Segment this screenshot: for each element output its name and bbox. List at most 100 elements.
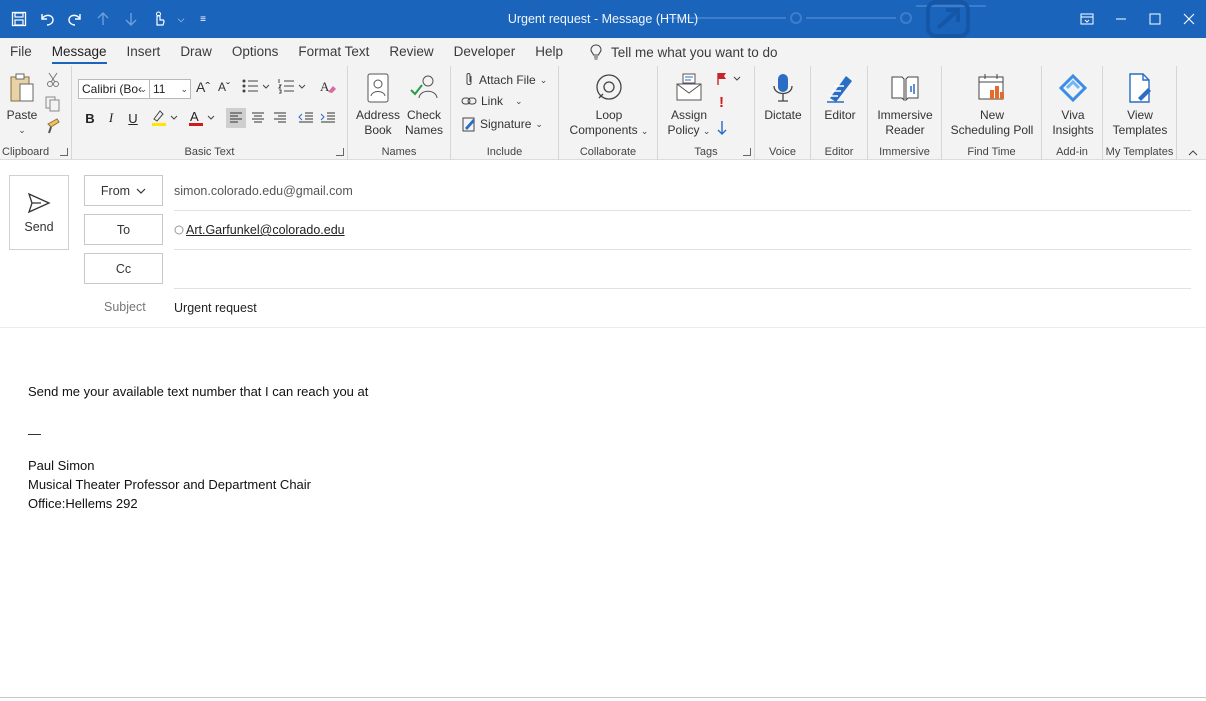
signature-separator: —: [28, 426, 41, 441]
templates-group-label: My Templates: [1105, 146, 1174, 158]
basic-text-launcher-icon[interactable]: [336, 148, 344, 156]
to-button[interactable]: To: [84, 214, 163, 245]
italic-button[interactable]: I: [101, 108, 121, 128]
subject-field[interactable]: Urgent request: [174, 301, 257, 315]
tags-group: Assign Policy ⌄ ! Tags: [658, 66, 755, 160]
chevron-down-icon: ⌄: [515, 95, 523, 106]
collaborate-group-label: Collaborate: [579, 146, 637, 158]
scheduling-poll-label-2: Scheduling Poll: [950, 123, 1034, 137]
names-group-label: Names: [381, 146, 417, 158]
decrease-indent-icon[interactable]: [296, 108, 316, 128]
clear-formatting-icon[interactable]: A: [319, 78, 337, 99]
window-title: Urgent request - Message (HTML): [507, 12, 699, 26]
chevron-down-icon: [136, 188, 146, 194]
names-group: Address Book Check Names Names: [348, 66, 451, 160]
high-importance-icon[interactable]: !: [719, 94, 724, 111]
format-painter-icon[interactable]: [45, 118, 61, 137]
grow-font-icon[interactable]: Aˆ: [196, 79, 210, 95]
view-templates-button[interactable]: View Templates: [1107, 70, 1173, 138]
paste-button[interactable]: Paste ⌄: [4, 70, 40, 138]
low-importance-icon[interactable]: [716, 120, 728, 139]
font-name-box[interactable]: Calibri (Bo‹ ⌄: [78, 79, 150, 99]
assign-policy-icon: [671, 70, 707, 106]
tags-group-label: Tags: [694, 146, 718, 158]
header-divider: [0, 327, 1206, 328]
addin-group: Viva Insights Add-in: [1042, 66, 1103, 160]
tab-review[interactable]: Review: [379, 38, 443, 66]
editor-group: Editor Editor: [811, 66, 868, 160]
send-button[interactable]: Send: [9, 175, 69, 250]
tab-help[interactable]: Help: [525, 38, 573, 66]
immersive-reader-icon: [887, 70, 923, 106]
immersive-reader-button[interactable]: Immersive Reader: [872, 70, 938, 138]
tags-launcher-icon[interactable]: [743, 148, 751, 156]
font-color-icon[interactable]: A: [188, 109, 216, 130]
align-center-icon[interactable]: [248, 108, 268, 128]
dictate-button[interactable]: Dictate: [759, 70, 807, 123]
dictate-label: Dictate: [764, 108, 802, 122]
scheduling-poll-label-1: New: [979, 108, 1004, 122]
underline-button[interactable]: U: [123, 108, 143, 128]
tell-me-search[interactable]: Tell me what you want to do: [589, 44, 778, 60]
follow-up-flag-icon[interactable]: [716, 72, 742, 89]
align-right-icon[interactable]: [270, 108, 290, 128]
tab-message[interactable]: Message: [42, 38, 117, 66]
tab-developer[interactable]: Developer: [444, 38, 526, 66]
highlight-icon[interactable]: [151, 109, 179, 130]
editor-button[interactable]: Editor: [817, 70, 863, 123]
svg-text:A: A: [190, 109, 199, 124]
minimize-icon[interactable]: [1104, 0, 1138, 38]
ribbon-display-icon[interactable]: [1070, 0, 1104, 38]
cut-icon[interactable]: [46, 72, 60, 91]
address-book-button[interactable]: Address Book: [356, 70, 400, 138]
send-label: Send: [24, 219, 54, 234]
to-label: To: [116, 222, 131, 237]
link-icon: [461, 97, 477, 105]
font-size-box[interactable]: 11 ⌄: [149, 79, 191, 99]
cc-button[interactable]: Cc: [84, 253, 163, 284]
signature-name: Paul Simon: [28, 458, 95, 473]
to-recipient[interactable]: Art.Garfunkel@colorado.edu: [186, 223, 345, 237]
maximize-icon[interactable]: [1138, 0, 1172, 38]
tab-format-text[interactable]: Format Text: [288, 38, 379, 66]
loop-label-2-text: Components: [569, 123, 638, 137]
numbering-icon[interactable]: [278, 78, 306, 97]
assign-policy-button[interactable]: Assign Policy ⌄: [662, 70, 716, 139]
collaborate-group: Loop Components ⌄ Collaborate: [559, 66, 658, 160]
tab-insert[interactable]: Insert: [117, 38, 171, 66]
align-left-icon[interactable]: [226, 108, 246, 128]
window-controls: [1070, 0, 1206, 38]
check-names-button[interactable]: Check Names: [402, 70, 446, 138]
bullets-icon[interactable]: [242, 78, 270, 97]
cc-field[interactable]: [174, 262, 1174, 278]
editor-label: Editor: [824, 108, 856, 122]
clipboard-launcher-icon[interactable]: [60, 148, 68, 156]
tab-draw[interactable]: Draw: [170, 38, 222, 66]
chevron-down-icon: ⌄: [139, 84, 147, 94]
immersive-reader-label-2: Reader: [885, 123, 925, 137]
collapse-ribbon-icon[interactable]: [1187, 146, 1199, 160]
from-button[interactable]: From: [84, 175, 163, 206]
to-field[interactable]: Art.Garfunkel@colorado.edu: [174, 223, 345, 237]
new-scheduling-poll-button[interactable]: New Scheduling Poll: [948, 70, 1036, 138]
link-button[interactable]: Link ⌄: [461, 94, 523, 108]
copy-icon[interactable]: [45, 96, 61, 115]
cc-label: Cc: [115, 261, 132, 276]
increase-indent-icon[interactable]: [318, 108, 338, 128]
viva-insights-label-1: Viva: [1061, 108, 1085, 122]
find-time-group: New Scheduling Poll Find Time: [942, 66, 1042, 160]
chevron-down-icon: ⌄: [180, 84, 188, 94]
loop-components-button[interactable]: Loop Components ⌄: [565, 70, 653, 139]
chevron-down-icon: ⌄: [702, 126, 711, 136]
viva-insights-button[interactable]: Viva Insights: [1046, 70, 1100, 138]
attach-file-button[interactable]: Attach File ⌄: [463, 72, 547, 88]
close-icon[interactable]: [1172, 0, 1206, 38]
view-templates-icon: [1122, 70, 1158, 106]
shrink-font-icon[interactable]: Aˇ: [218, 80, 230, 94]
chevron-down-icon: ⌄: [640, 126, 649, 136]
signature-button[interactable]: Signature ⌄: [462, 116, 543, 132]
tab-options[interactable]: Options: [222, 38, 289, 66]
bold-button[interactable]: B: [80, 108, 100, 128]
address-book-label-1: Address: [355, 108, 401, 122]
tab-file[interactable]: File: [0, 38, 42, 66]
